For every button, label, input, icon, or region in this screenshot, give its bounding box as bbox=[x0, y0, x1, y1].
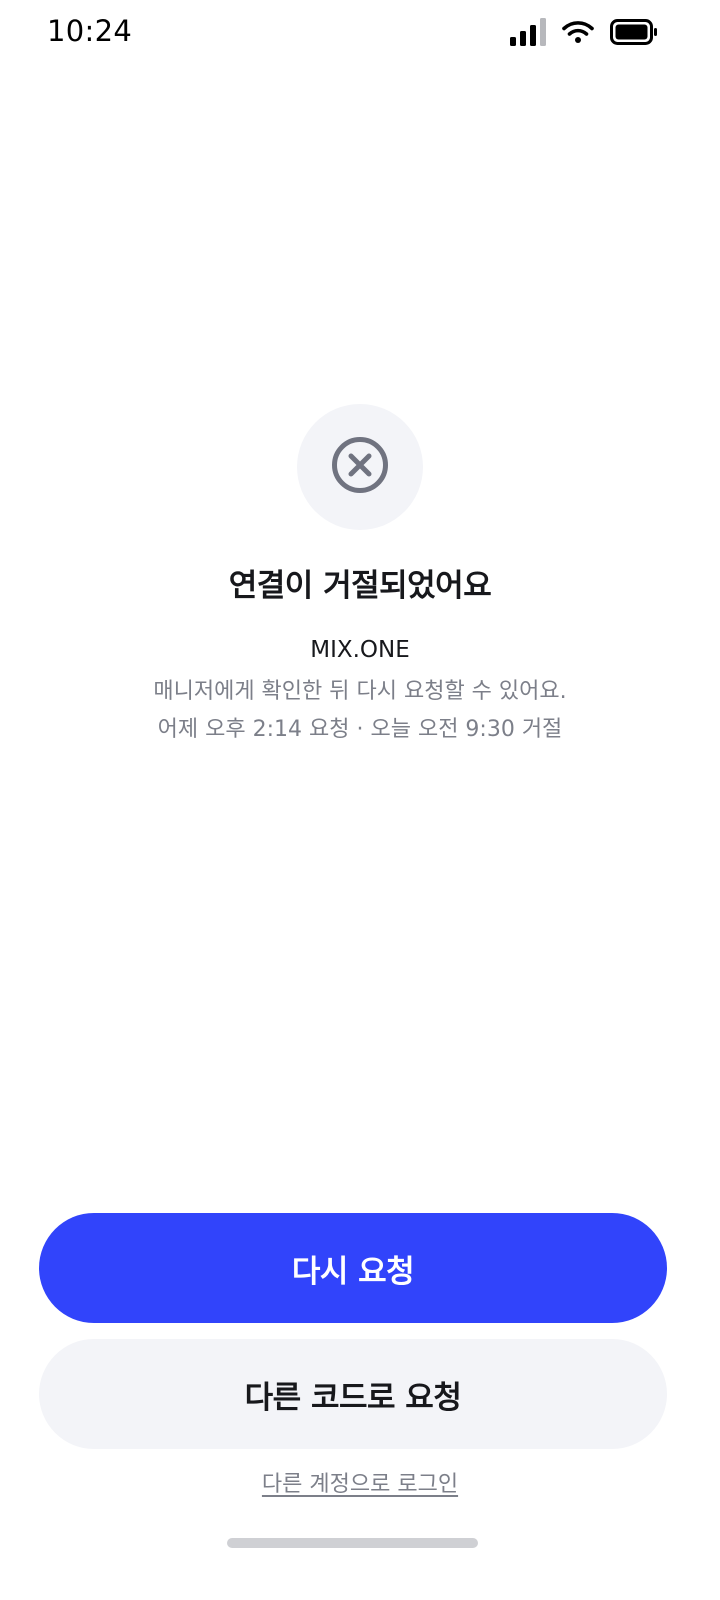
wifi-icon bbox=[562, 20, 594, 44]
page-title: 연결이 거절되었어요 bbox=[228, 568, 492, 604]
signal-icon bbox=[510, 18, 546, 46]
x-circle-icon bbox=[331, 436, 389, 498]
company-name: MIX.ONE bbox=[310, 637, 410, 663]
description-text: 매니저에게 확인한 뒤 다시 요청할 수 있어요. bbox=[153, 679, 567, 704]
status-bar: 10:24 bbox=[0, 0, 720, 70]
retry-request-button[interactable]: 다시 요청 bbox=[39, 1213, 667, 1323]
timeline-text: 어제 오후 2:14 요청 · 오늘 오전 9:30 거절 bbox=[157, 717, 563, 742]
home-indicator[interactable] bbox=[227, 1538, 478, 1548]
status-time: 10:24 bbox=[47, 14, 133, 48]
icon-circle bbox=[297, 404, 423, 530]
battery-icon bbox=[610, 19, 658, 45]
rejection-message: 연결이 거절되었어요 MIX.ONE 매니저에게 확인한 뒤 다시 요청할 수 … bbox=[0, 404, 720, 749]
login-other-account-link[interactable]: 다른 계정으로 로그인 bbox=[0, 1466, 720, 1498]
status-icons bbox=[510, 18, 658, 46]
request-with-other-code-button[interactable]: 다른 코드로 요청 bbox=[39, 1339, 667, 1449]
